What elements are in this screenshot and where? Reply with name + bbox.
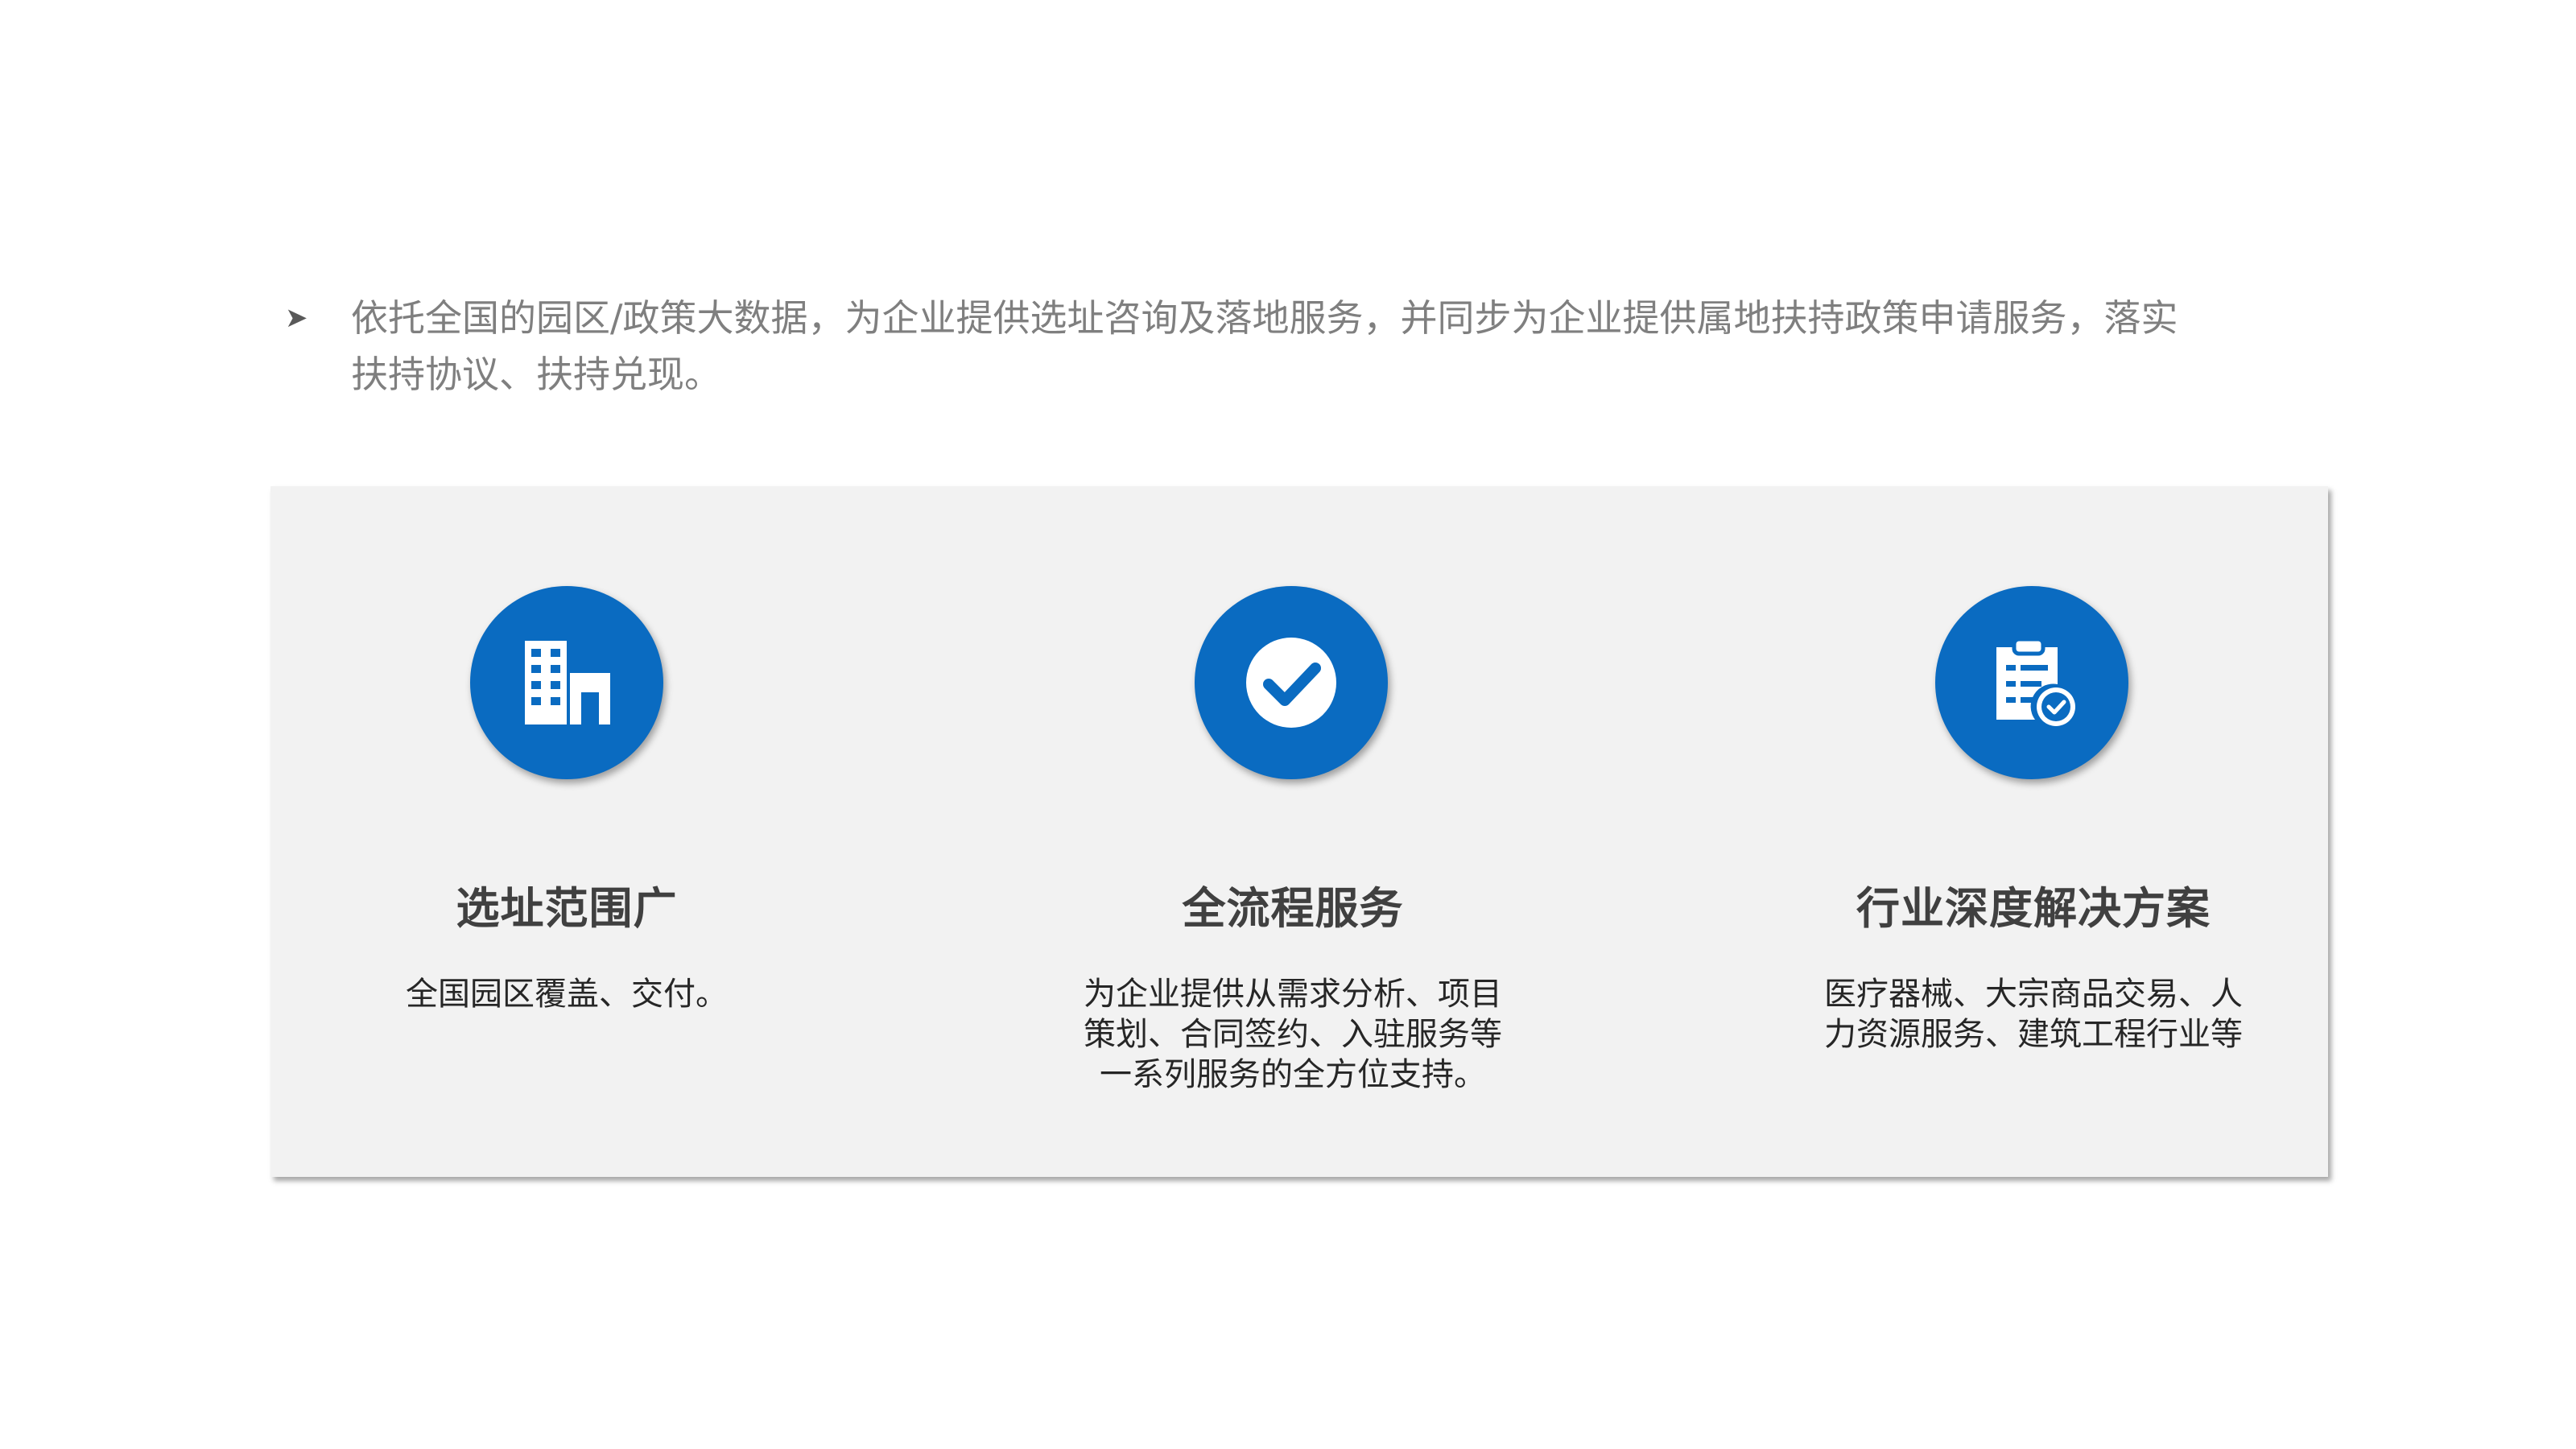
slide-page: ➤ 依托全国的园区/政策大数据，为企业提供选址咨询及落地服务，并同步为企业提供属…	[0, 0, 2576, 1449]
features-panel: 选址范围广 全国园区覆盖、交付。 全流程服务 为企业提供从需求分析、项目策划、合…	[270, 486, 2328, 1177]
feature-description: 为企业提供从需求分析、项目策划、合同签约、入驻服务等一系列服务的全方位支持。	[1084, 976, 1502, 1093]
feature-title: 行业深度解决方案	[1856, 883, 2211, 934]
arrowhead-bullet-icon: ➤	[285, 302, 308, 334]
feature-industry-solutions: 行业深度解决方案 医疗器械、大宗商品交易、人力资源服务、建筑工程行业等	[1752, 486, 2315, 1177]
check-circle-icon	[1195, 586, 1388, 779]
feature-description: 全国园区覆盖、交付。	[406, 976, 728, 1013]
intro-text: 依托全国的园区/政策大数据，为企业提供选址咨询及落地服务，并同步为企业提供属地扶…	[351, 296, 2178, 396]
feature-description: 医疗器械、大宗商品交易、人力资源服务、建筑工程行业等	[1824, 976, 2243, 1053]
clipboard-check-icon	[1935, 586, 2128, 779]
feature-title: 选址范围广	[456, 883, 678, 934]
building-icon	[470, 586, 663, 779]
feature-site-selection: 选址范围广 全国园区覆盖、交付。	[270, 486, 863, 1177]
feature-title: 全流程服务	[1182, 883, 1404, 934]
intro-paragraph: ➤ 依托全国的园区/政策大数据，为企业提供选址咨询及落地服务，并同步为企业提供属…	[285, 290, 2217, 402]
feature-full-process: 全流程服务 为企业提供从需求分析、项目策划、合同签约、入驻服务等一系列服务的全方…	[1011, 486, 1575, 1177]
